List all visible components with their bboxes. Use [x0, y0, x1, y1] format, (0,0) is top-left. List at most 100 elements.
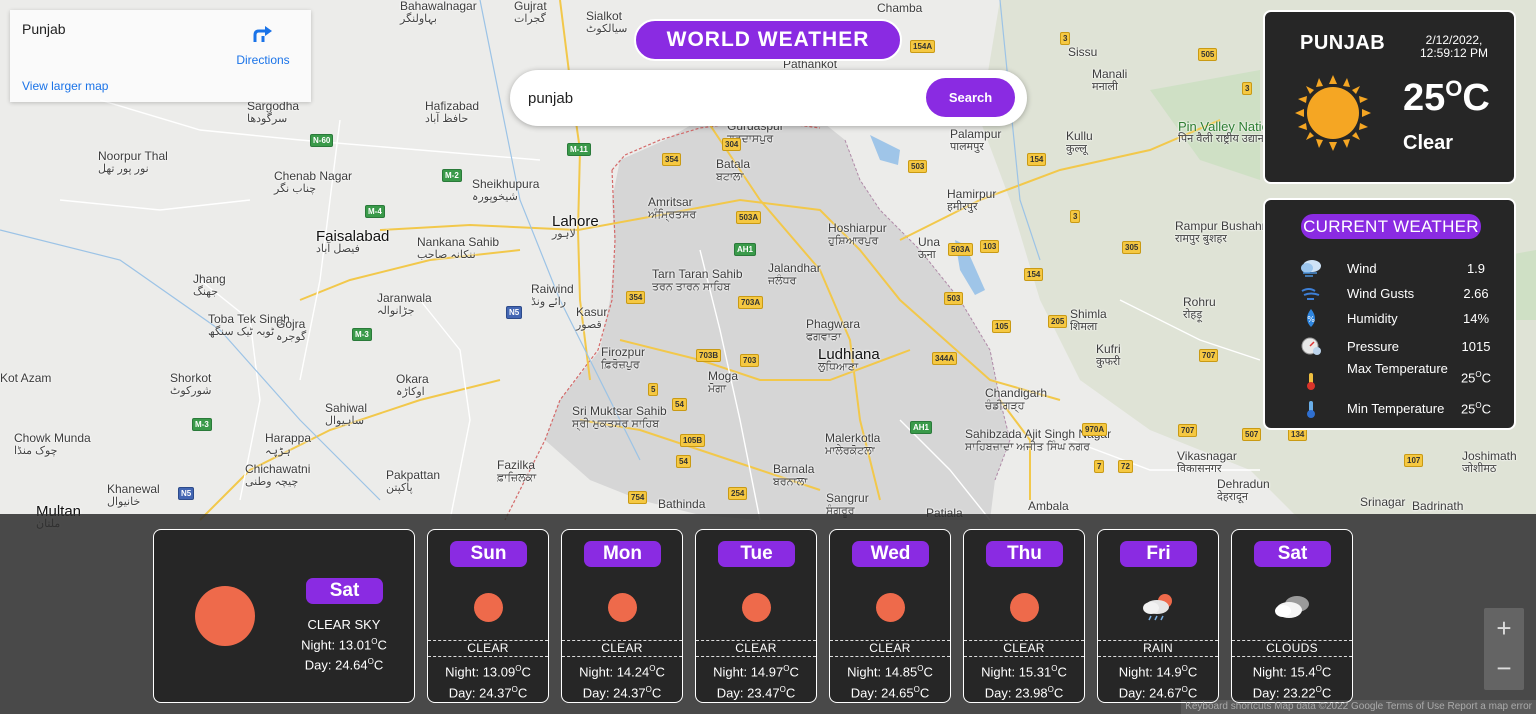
map-place-label: Rampur Bushahr रामपुर बुशहर [1175, 219, 1266, 246]
road-shield: 3 [1060, 32, 1071, 45]
map-place-label: Jaranwala جڑانوالہ [377, 291, 432, 318]
forecast-day-label: Mon [584, 541, 661, 567]
sun-ball-icon [876, 593, 905, 622]
sun-ball-icon [742, 593, 771, 622]
map-place-label: Sheikhupura شیخوپورہ [472, 177, 540, 204]
road-shield: 703A [738, 296, 764, 309]
road-shield: 970A [1082, 423, 1108, 436]
forecast-night: Night: 15.31OC [981, 664, 1067, 680]
road-shield: AH1 [910, 421, 933, 434]
road-shield: 7 [1094, 460, 1105, 473]
current-datetime: 2/12/2022, 12:59:12 PM [1413, 34, 1495, 60]
view-larger-map-link[interactable]: View larger map [22, 79, 108, 93]
forecast-condition: CLEAR [830, 640, 950, 657]
road-shield: 707 [1199, 349, 1219, 362]
forecast-temps: Night: 14.85OC Day: 24.65OC [830, 660, 950, 703]
forecast-today-card: Sat CLEAR SKY Night: 13.01OC Day: 24.64O… [153, 529, 415, 703]
today-summary: CLEAR SKY Night: 13.01OC Day: 24.64OC [274, 616, 414, 674]
forecast-condition: CLEAR [428, 640, 548, 657]
map-zoom-control: + − [1484, 608, 1524, 690]
map-place-label: Chichawatni چیچہ وطنی [245, 462, 311, 489]
current-weather-card: PUNJAB 2/12/2022, 12:59:12 PM 25OC Clear [1263, 10, 1516, 184]
thermometer-cold-icon [1299, 399, 1323, 419]
map-place-label: Kot Azam [0, 371, 52, 385]
road-shield: 354 [626, 291, 646, 304]
map-place-label: Rohru रोहड़ू [1183, 295, 1216, 322]
road-shield: 107 [1404, 454, 1424, 467]
map-place-label: Joshimath जोशीमठ [1462, 449, 1517, 476]
current-details-card: CURRENT WEATHER Wind 1.9 Wind Gusts 2.66% Hu… [1263, 198, 1516, 430]
map-place-label: Hafizabad حافظ آباد [425, 99, 480, 126]
map-place-label: Chandigarh ਚੰਡੀਗੜ੍ਹ [985, 386, 1048, 413]
forecast-temps: Night: 14.24OC Day: 24.37OC [562, 660, 682, 703]
map-place-label: Ludhiana ਲੁਧਿਆਣਾ [818, 346, 880, 373]
pressure-icon [1299, 336, 1323, 356]
zoom-out-button[interactable]: − [1484, 648, 1524, 688]
map-place-label: Harappa ہڑپہ [265, 431, 312, 458]
humidity-icon: % [1299, 308, 1323, 328]
map-place-label: Moga ਮੋਗਾ [708, 369, 739, 396]
map-place-label: Khanewal خانیوال [107, 482, 160, 509]
map-place-label: Hoshiarpur ਹੁਸ਼ਿਆਰਪੁਰ [828, 221, 887, 248]
forecast-day-label: Wed [852, 541, 929, 567]
detail-label: Max Temperature [1347, 361, 1448, 376]
road-shield: 503A [736, 211, 762, 224]
road-shield: 505 [1198, 48, 1218, 61]
detail-value: 14% [1462, 311, 1490, 326]
road-shield: N5 [178, 487, 195, 500]
today-day-label: Sat [306, 578, 383, 604]
map-place-label: Tarn Taran Sahib ਤਰਨ ਤਾਰਨ ਸਾਹਿਬ [652, 267, 743, 294]
forecast-day-label: Sat [1254, 541, 1331, 567]
map-place-label: Fazilka ਫ਼ਾਜ਼ਿਲਕਾ [497, 458, 537, 485]
road-shield: N5 [506, 306, 523, 319]
forecast-day-temp: Day: 24.65OC [850, 685, 930, 701]
map-attribution: Keyboard shortcuts Map data ©2022 Google… [1181, 700, 1536, 714]
zoom-in-button[interactable]: + [1484, 608, 1524, 648]
forecast-condition: CLEAR [964, 640, 1084, 657]
map-place-label: Palampur पालमपुर [950, 127, 1002, 154]
forecast-temps: Night: 14.9OC Day: 24.67OC [1098, 660, 1218, 703]
map-place-label: Badrinath [1412, 499, 1464, 513]
search-button[interactable]: Search [926, 78, 1015, 117]
map-place-label: Batala ਬਟਾਲਾ [716, 157, 751, 184]
forecast-day-card: Mon CLEAR Night: 14.24OC Day: 24.37OC [561, 529, 683, 703]
road-shield: 754 [628, 491, 648, 504]
road-shield: 103 [980, 240, 1000, 253]
forecast-day-card: Fri RAIN Night: 14.9OC Day: 24.67OC [1097, 529, 1219, 703]
detail-value: 1.9 [1466, 261, 1486, 276]
sun-icon [1295, 75, 1371, 151]
map-place-title: Punjab [22, 21, 66, 37]
forecast-day-card: Tue CLEAR Night: 14.97OC Day: 23.47OC [695, 529, 817, 703]
map-place-label: Phagwara ਫਗਵਾੜਾ [806, 317, 861, 344]
rain-cloud-icon [1137, 591, 1181, 623]
road-shield: 507 [1242, 428, 1262, 441]
road-shield: 154 [1024, 268, 1044, 281]
road-shield: 105 [992, 320, 1012, 333]
today-condition: CLEAR SKY [307, 617, 381, 632]
gust-icon [1299, 283, 1323, 303]
search-input[interactable] [528, 84, 908, 112]
wind-cloud-icon [1299, 258, 1323, 278]
forecast-day-label: Fri [1120, 541, 1197, 567]
road-shield: M-4 [365, 205, 385, 218]
map-place-label: Manali मनाली [1092, 67, 1128, 94]
map-place-label: Nankana Sahib ننکانہ صاحب [417, 235, 500, 262]
map-place-label: Malerkotla ਮਾਲੇਰਕੋਟਲਾ [825, 431, 881, 458]
forecast-day-card: Sat CLOUDS Night: 15.4OC Day: 23.22OC [1231, 529, 1353, 703]
forecast-day-temp: Day: 23.47OC [716, 685, 796, 701]
forecast-day-card: Wed CLEAR Night: 14.85OC Day: 24.65OC [829, 529, 951, 703]
detail-label: Min Temperature [1347, 401, 1445, 416]
sun-ball-icon [608, 593, 637, 622]
directions-label: Directions [236, 53, 290, 67]
road-shield: 503 [944, 292, 964, 305]
detail-label: Wind Gusts [1347, 286, 1415, 301]
road-shield: 254 [728, 487, 748, 500]
road-shield: 54 [676, 455, 691, 468]
map-place-label: Pakpattan پاکپتن [386, 468, 441, 495]
directions-button[interactable]: Directions [233, 22, 293, 67]
road-shield: 707 [1178, 424, 1198, 437]
forecast-condition: CLOUDS [1232, 640, 1352, 657]
map-place-label: Hamirpur हमीरपुर [947, 187, 997, 214]
today-night: Night: 13.01OC [301, 637, 387, 653]
map-place-label: Vikasnagar विकासनगर [1177, 449, 1237, 476]
